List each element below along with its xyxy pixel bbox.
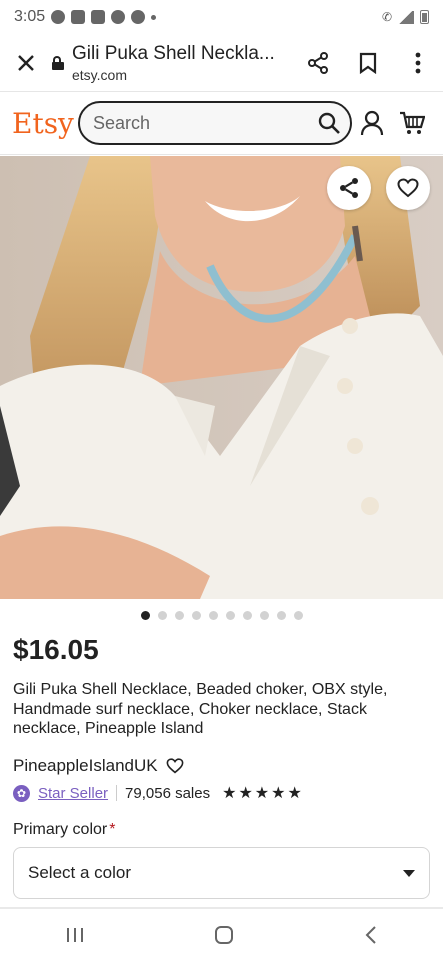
back-icon[interactable] <box>364 925 378 945</box>
site-header: Etsy Search <box>0 92 443 155</box>
close-tab-button[interactable] <box>0 34 52 92</box>
system-navigation-bar <box>0 910 443 960</box>
carousel-dot[interactable] <box>191 611 201 620</box>
status-bar: 3:05 ✆ <box>0 0 443 34</box>
facebook-icon <box>91 10 106 24</box>
carousel-dot[interactable] <box>293 611 303 620</box>
recent-apps-icon[interactable] <box>65 926 85 944</box>
battery-icon <box>420 10 429 24</box>
url-info[interactable]: Gili Puka Shell Neckla... etsy.com <box>72 43 293 83</box>
carousel-dot[interactable] <box>276 611 286 620</box>
heart-icon <box>397 178 419 198</box>
facebook-icon <box>71 10 86 24</box>
more-icon <box>415 52 421 73</box>
carousel-dot[interactable] <box>140 611 150 620</box>
sales-count: 79,056 sales <box>125 784 211 802</box>
carousel-dot[interactable] <box>174 611 184 620</box>
star-seller-badge-icon: ✿ <box>13 784 30 802</box>
search-icon <box>318 112 340 134</box>
product-title: Gili Puka Shell Necklace, Beaded choker,… <box>13 681 388 737</box>
account-button[interactable] <box>352 110 392 136</box>
divider <box>0 907 443 909</box>
search-button[interactable] <box>308 111 350 135</box>
heart-icon[interactable] <box>166 758 184 774</box>
more-options-button[interactable] <box>393 34 443 92</box>
rating-stars[interactable]: ★ ★ ★ ★ ★ <box>222 783 302 803</box>
bookmark-button[interactable] <box>343 34 393 92</box>
carousel-dot[interactable] <box>242 611 252 620</box>
etsy-logo[interactable]: Etsy <box>12 107 76 140</box>
account-icon <box>131 10 146 24</box>
bookmark-icon <box>359 52 377 74</box>
product-price: $16.05 <box>13 634 99 665</box>
share-icon <box>308 51 328 74</box>
share-icon <box>340 178 358 198</box>
shop-name-link[interactable]: PineappleIslandUK <box>13 756 158 776</box>
caret-down-icon <box>403 869 415 877</box>
favorite-button[interactable] <box>386 166 430 210</box>
share-image-button[interactable] <box>327 166 371 210</box>
carousel-dot[interactable] <box>208 611 218 620</box>
share-button[interactable] <box>293 34 343 92</box>
product-image[interactable] <box>0 156 443 599</box>
search-bar[interactable]: Search <box>78 101 352 145</box>
soccer-icon <box>111 10 126 24</box>
image-carousel-dots[interactable] <box>0 611 443 620</box>
search-input[interactable]: Search <box>80 113 308 134</box>
color-select[interactable]: Select a color <box>13 847 430 899</box>
star-icon: ★ <box>238 785 253 802</box>
close-icon <box>18 54 34 71</box>
cart-button[interactable] <box>392 111 432 135</box>
wifi-calling-icon: ✆ <box>381 10 392 24</box>
carousel-dot[interactable] <box>225 611 235 620</box>
star-icon: ★ <box>287 785 302 802</box>
color-field-label: Primary color * <box>13 821 115 839</box>
divider <box>116 785 118 801</box>
star-icon: ★ <box>271 785 286 802</box>
signal-icon <box>398 10 414 24</box>
shop-row: PineappleIslandUK <box>13 756 184 776</box>
lock-icon <box>52 55 64 70</box>
page-domain: etsy.com <box>72 66 127 83</box>
carousel-dot[interactable] <box>259 611 269 620</box>
seller-stats: ✿ Star Seller 79,056 sales ★ ★ ★ ★ ★ <box>13 783 302 803</box>
messenger-icon <box>51 10 66 24</box>
product-photo <box>0 156 443 599</box>
notification-dot-icon <box>151 14 157 20</box>
star-icon: ★ <box>222 785 237 802</box>
page-title: Gili Puka Shell Neckla... <box>72 42 275 64</box>
star-seller-link[interactable]: Star Seller <box>38 785 108 802</box>
star-icon: ★ <box>254 785 270 802</box>
user-icon <box>360 110 384 136</box>
clock: 3:05 <box>14 8 46 25</box>
required-mark: * <box>109 821 116 838</box>
cart-icon <box>400 111 425 134</box>
browser-toolbar: Gili Puka Shell Neckla... etsy.com <box>0 34 443 92</box>
color-select-value: Select a color <box>28 863 131 882</box>
color-label-text: Primary color <box>13 821 108 838</box>
home-icon[interactable] <box>214 925 234 945</box>
carousel-dot[interactable] <box>157 611 167 620</box>
